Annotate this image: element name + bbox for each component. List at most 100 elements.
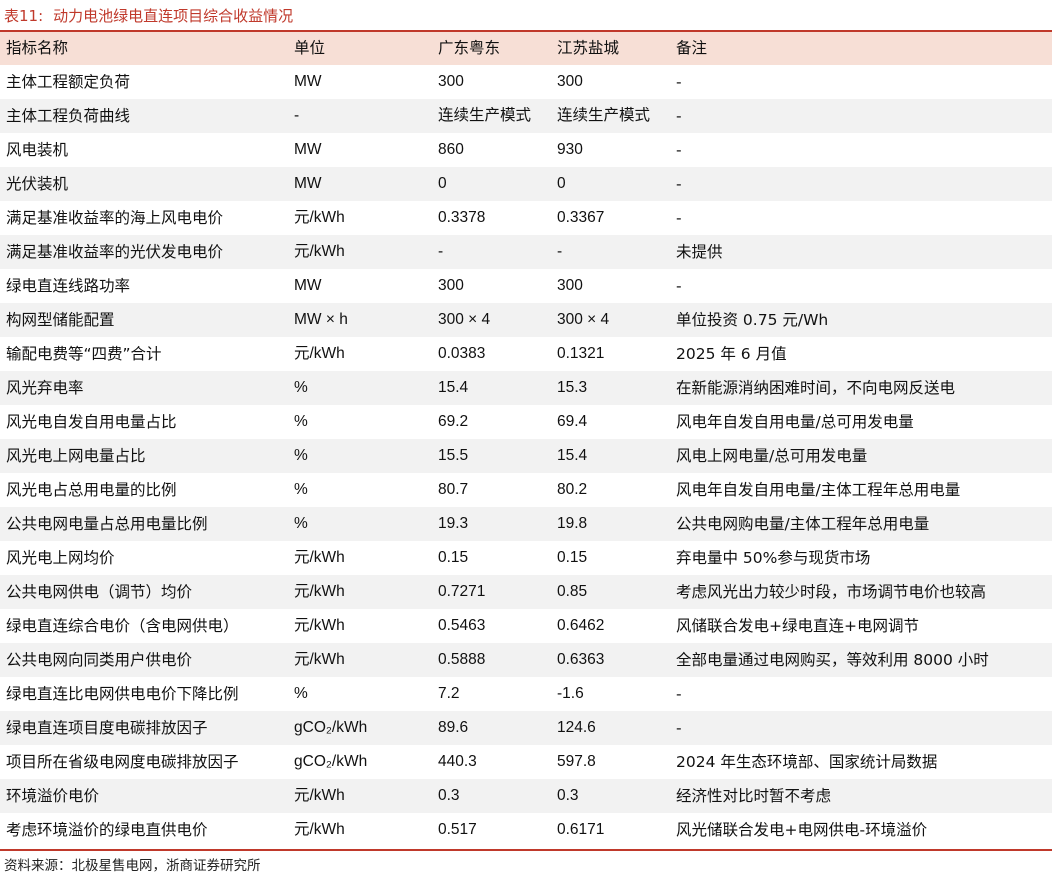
- table-cell: 风光电占总用电量的比例: [6, 481, 177, 499]
- table-cell: -: [294, 107, 300, 124]
- table-cell: 2025 年 6 月值: [676, 345, 787, 363]
- table-cell: %: [294, 685, 308, 702]
- table-cell: -: [676, 73, 682, 91]
- table-cell: 风储联合发电+绿电直连+电网调节: [676, 617, 919, 635]
- table-cell: -: [676, 685, 682, 703]
- table-row: 考虑环境溢价的绿电直供电价 元/kWh 0.517 0.6171 风光储联合发电+电网供…: [0, 813, 1052, 847]
- table-cell: 元/kWh: [294, 549, 345, 566]
- table-row: 风光电上网均价 元/kWh 0.15 0.15 弃电量中 50%参与现货市场: [0, 541, 1052, 575]
- table-cell: 主体工程负荷曲线: [6, 107, 131, 125]
- caption-label: 表11:: [4, 7, 44, 25]
- table-cell: 风光储联合发电+电网供电-环境溢价: [676, 821, 928, 839]
- table-cell: 项目所在省级电网度电碳排放因子: [6, 753, 239, 771]
- table-cell: 经济性对比时暂不考虑: [676, 787, 832, 805]
- table-cell: 元/kWh: [294, 583, 345, 600]
- table-cell: 7.2: [438, 685, 460, 702]
- table-cell: MW: [294, 73, 322, 90]
- table-cell: -: [676, 719, 682, 737]
- table-cell: -1.6: [557, 685, 584, 702]
- table-cell: 元/kWh: [294, 821, 345, 838]
- table-cell: 构网型储能配置: [6, 311, 115, 329]
- table-cell: 满足基准收益率的光伏发电电价: [6, 243, 224, 261]
- table-cell: 元/kWh: [294, 787, 345, 804]
- table-cell: 风电装机: [6, 141, 69, 159]
- table-row: 满足基准收益率的海上风电电价 元/kWh 0.3378 0.3367 -: [0, 201, 1052, 235]
- table-cell: gCO₂/kWh: [294, 719, 368, 736]
- table-header-row: 指标名称 单位 广东粤东 江苏盐城 备注: [0, 32, 1052, 65]
- table-cell: 300: [557, 73, 583, 90]
- table-cell: 绿电直连比电网供电电价下降比例: [6, 685, 239, 703]
- table-row: 绿电直连综合电价（含电网供电） 元/kWh 0.5463 0.6462 风储联合发电+绿…: [0, 609, 1052, 643]
- table-cell: 69.4: [557, 413, 588, 430]
- table-cell: 19.3: [438, 515, 469, 532]
- table-cell: %: [294, 481, 308, 498]
- header-cell: 江苏盐城: [557, 40, 620, 57]
- table-cell: 69.2: [438, 413, 469, 430]
- table-cell: 光伏装机: [6, 175, 69, 193]
- table-cell: 0.3: [557, 787, 579, 804]
- table-cell: 风电年自发自用电量/总可用发电量: [676, 413, 914, 431]
- table-cell: 15.4: [557, 447, 588, 464]
- table-cell: 元/kWh: [294, 209, 345, 226]
- table-cell: 全部电量通过电网购买，等效利用 8000 小时: [676, 651, 989, 669]
- table-row: 满足基准收益率的光伏发电电价 元/kWh - - 未提供: [0, 235, 1052, 269]
- table-cell: 300: [438, 73, 464, 90]
- table-cell: %: [294, 515, 308, 532]
- table-row: 光伏装机 MW 0 0 -: [0, 167, 1052, 201]
- table-cell: 满足基准收益率的海上风电电价: [6, 209, 224, 227]
- table-cell: 风电年自发自用电量/主体工程年总用电量: [676, 481, 961, 499]
- table-cell: 0.517: [438, 821, 477, 838]
- table-cell: 元/kWh: [294, 243, 345, 260]
- table-cell: 环境溢价电价: [6, 787, 100, 805]
- header-cell: 备注: [676, 39, 708, 57]
- table-row: 主体工程负荷曲线 - 连续生产模式 连续生产模式 -: [0, 99, 1052, 133]
- table-cell: 80.2: [557, 481, 588, 498]
- table-cell: 0.6171: [557, 821, 605, 838]
- table-cell: -: [438, 243, 444, 260]
- table-cell: 0.3378: [438, 209, 486, 226]
- table-cell: 考虑风光出力较少时段，市场调节电价也较高: [676, 583, 987, 601]
- table-cell: 0.5888: [438, 651, 486, 668]
- table-row: 输配电费等“四费”合计 元/kWh 0.0383 0.1321 2025 年 6 月值: [0, 337, 1052, 371]
- header-cell: 指标名称: [6, 39, 69, 57]
- table-cell: 弃电量中 50%参与现货市场: [676, 549, 871, 567]
- table-body: 主体工程额定负荷 MW 300 300- 主体工程负荷曲线 - 连续生产模式 连续生产模式 - 风…: [0, 65, 1052, 847]
- table-cell: gCO₂/kWh: [294, 753, 368, 770]
- table-cell: %: [294, 447, 308, 464]
- caption-text: 动力电池绿电直连项目综合收益情况: [53, 7, 294, 25]
- table-cell: 公共电网向同类用户供电价: [6, 651, 193, 669]
- header-cell: 单位: [294, 40, 326, 57]
- table-row: 绿电直连线路功率 MW 300 300 -: [0, 269, 1052, 303]
- table-cell: 2024 年生态环境部、国家统计局数据: [676, 753, 938, 771]
- table-row: 风光电上网电量占比% 15.5 15.4 风电上网电量/总可用发电量: [0, 439, 1052, 473]
- table-cell: 元/kWh: [294, 617, 345, 634]
- table-row: 绿电直连项目度电碳排放因子 gCO₂/kWh 89.6 124.6 -: [0, 711, 1052, 745]
- table-cell: %: [294, 379, 308, 396]
- table-cell: 风光电上网均价: [6, 549, 115, 567]
- table-cell: 15.4: [438, 379, 469, 396]
- table-row: 公共电网供电（调节）均价 元/kWh 0.7271 0.85 考虑风光出力较少时段，市场…: [0, 575, 1052, 609]
- header-cell: 广东粤东: [438, 40, 501, 57]
- table-cell: 0.5463: [438, 617, 486, 634]
- table-cell: MW × h: [294, 311, 348, 328]
- table-cell: 0.0383: [438, 345, 486, 362]
- source-note: 资料来源：北极星售电网，浙商证券研究所: [4, 858, 261, 874]
- table-cell: 连续生产模式: [557, 107, 651, 124]
- table-cell: 风光电上网电量占比: [6, 447, 146, 465]
- table-row: 构网型储能配置 MW × h 300 × 4 300 × 4 单位投资 0.75 元/W…: [0, 303, 1052, 337]
- table-cell: 15.3: [557, 379, 588, 396]
- table-cell: 绿电直连综合电价（含电网供电）: [6, 617, 239, 635]
- table-cell: 未提供: [676, 243, 723, 261]
- table-row: 项目所在省级电网度电碳排放因子 gCO₂/kWh 440.3 597.8 2024 年生…: [0, 745, 1052, 779]
- bottom-rule: [0, 849, 1052, 851]
- table-cell: 0.15: [438, 549, 469, 566]
- table-cell: 440.3: [438, 753, 477, 770]
- table-cell: 主体工程额定负荷: [6, 73, 131, 91]
- table-row: 风光弃电率% 15.4 15.3 在新能源消纳困难时间，不向电网反送电: [0, 371, 1052, 405]
- table-cell: 元/kWh: [294, 345, 345, 362]
- table-cell: 860: [438, 141, 464, 158]
- table-cell: -: [676, 209, 682, 227]
- data-table: 指标名称 单位 广东粤东 江苏盐城 备注 主体工程额定负荷 MW 300 300 - 主体…: [0, 32, 1052, 847]
- table-row: 风光电占总用电量的比例% 80.7 80.2 风电年自发自用电量/主体工程年总用电量: [0, 473, 1052, 507]
- table-cell: 0: [557, 175, 566, 192]
